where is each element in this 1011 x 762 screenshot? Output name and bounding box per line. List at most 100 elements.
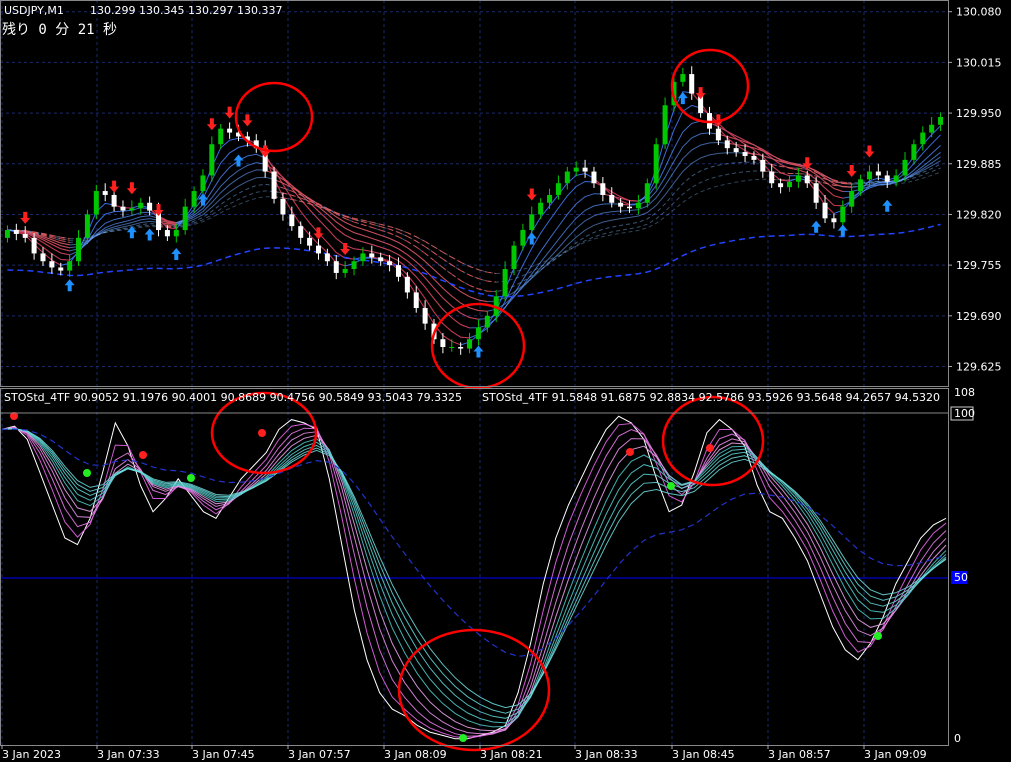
candle-body: [520, 230, 526, 246]
candle-body: [582, 167, 588, 172]
y-tick-label: 129.625: [956, 361, 1002, 374]
ma-red-segment: [51, 247, 62, 254]
candle-body: [662, 105, 668, 145]
ma-red-segment: [60, 242, 70, 246]
osc-label-2: STOStd_4TF 91.5848 91.6875 92.8834 92.57…: [482, 391, 940, 404]
arrow-down-icon: [20, 211, 31, 224]
ma-red-segment: [451, 295, 461, 304]
ma-red-segment: [371, 237, 381, 242]
x-tick-label: 3 Jan 07:57: [288, 748, 351, 761]
ma-red-segment: [478, 310, 488, 312]
ma-red-segment: [60, 245, 70, 249]
ma-line: [7, 171, 941, 275]
candle-body: [49, 261, 55, 268]
ma-red-segment: [353, 225, 364, 230]
arrow-down-icon: [695, 87, 706, 100]
ma-red-segment: [469, 307, 479, 312]
ma-red-segment: [344, 221, 355, 227]
stoch-line: [1, 422, 947, 739]
stoch-slow: [1, 428, 947, 657]
candle-body: [31, 237, 37, 254]
candle-body: [111, 194, 117, 207]
candle-body: [822, 202, 828, 219]
ma-red-segment: [389, 237, 399, 243]
highlight-circle: [430, 302, 526, 390]
candle-body: [751, 155, 757, 160]
ma-red-segment: [398, 248, 408, 256]
ribbons: [7, 91, 941, 346]
ma-red-segment: [753, 153, 763, 157]
candle-body: [467, 339, 473, 349]
ma-red-segment: [353, 248, 363, 251]
ma-red-segment: [389, 226, 399, 230]
signal-dot: [459, 734, 467, 742]
main-frame: [0, 0, 949, 387]
candle-body: [280, 198, 286, 215]
chart-canvas[interactable]: 130.080 130.015 129.950 129.885 129.820 129.7…: [0, 0, 1011, 762]
ma-red-segment: [60, 252, 70, 256]
ma-line: [7, 120, 941, 329]
ma-red-segment: [362, 234, 372, 239]
candle-body: [866, 171, 872, 180]
y-tick-label: 130.080: [956, 6, 1002, 19]
candle-body: [929, 124, 935, 133]
ma-red-segment: [469, 296, 479, 301]
candle-body: [227, 128, 233, 133]
ma-red-segment: [415, 253, 426, 262]
signal-dot: [667, 482, 675, 490]
symbol-header: USDJPY,M1: [4, 4, 64, 17]
x-tick-label: 3 Jan 08:09: [384, 748, 447, 761]
candle-body: [635, 202, 641, 209]
ma-red-segment: [744, 145, 755, 149]
highlight-circle: [397, 628, 551, 752]
x-tick-label: 3 Jan 08:33: [575, 748, 638, 761]
candle-body: [813, 183, 819, 203]
ma-red-segment: [335, 221, 346, 229]
candle-body: [395, 265, 401, 277]
ma-red-segment: [380, 234, 390, 239]
ma-red-segment: [415, 276, 426, 288]
candle-body: [342, 269, 348, 273]
ma-red-segment: [442, 297, 453, 307]
ma-red-segment: [451, 317, 461, 326]
ma-red-segment: [380, 223, 390, 228]
ma-red-segment: [344, 227, 355, 234]
ma-red-segment: [415, 261, 426, 271]
candle-body: [351, 261, 357, 270]
candle-body: [315, 245, 321, 254]
candle-body: [858, 179, 864, 192]
ma-red-segment: [380, 253, 390, 257]
ma-red-segment: [318, 219, 328, 230]
candle-body: [191, 191, 197, 207]
ma-red-segment: [424, 252, 435, 261]
ma-red-segment: [469, 274, 479, 280]
countdown: 残り 0 分 21 秒: [2, 22, 117, 38]
signal-dot: [83, 469, 91, 477]
arrow-down-icon: [224, 106, 235, 119]
signal-dot: [706, 444, 714, 452]
candle-body: [884, 175, 890, 182]
candle-body: [689, 74, 695, 94]
ma-red-segment: [389, 228, 399, 233]
ma-red-segment: [407, 240, 417, 248]
ma-red-segment: [291, 194, 301, 199]
ma-red-segment: [60, 258, 70, 261]
arrow-down-icon: [846, 165, 857, 178]
arrow-down-icon: [340, 243, 351, 256]
ma-red-segment: [833, 188, 843, 192]
ma-red-segment: [424, 277, 435, 289]
ma-red-segment: [798, 169, 808, 174]
x-tick-label: 3 Jan 07:45: [192, 748, 255, 761]
candle-body: [129, 208, 135, 211]
signal-dot: [626, 448, 634, 456]
ma-red-segment: [42, 246, 53, 255]
candle-body: [724, 140, 730, 149]
signal-dot: [874, 632, 882, 640]
candle-body: [120, 206, 126, 211]
stoch-line: [1, 428, 947, 714]
sub-tick-label: 108: [954, 386, 975, 399]
signal-arrows: [20, 87, 893, 358]
ma-red-segment: [451, 331, 461, 338]
y-tick-label: 129.690: [956, 310, 1002, 323]
candle-body: [333, 261, 339, 273]
